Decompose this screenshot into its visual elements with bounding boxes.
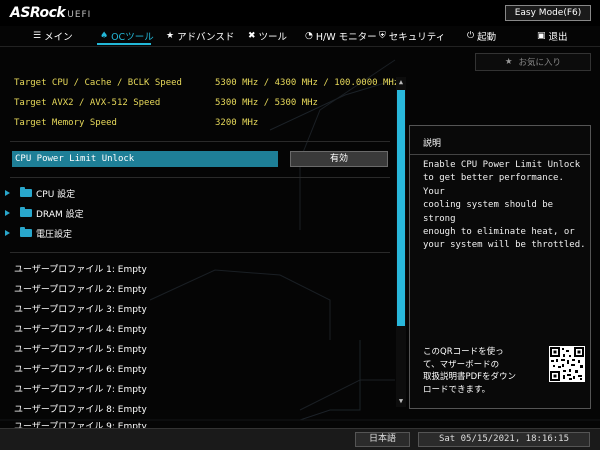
submenu-label: DRAM 設定 — [36, 210, 84, 220]
submenu-label: CPU 設定 — [36, 190, 76, 200]
tab-tools[interactable]: ✖ ツール — [248, 28, 287, 44]
user-profile-1[interactable]: ユーザープロファイル 1: Empty — [14, 262, 147, 275]
folder-icon — [20, 207, 32, 217]
exit-icon: ▣ — [537, 31, 546, 41]
description-text: Enable CPU Power Limit Unlock to get bet… — [423, 160, 586, 251]
user-profile-4[interactable]: ユーザープロファイル 4: Empty — [14, 322, 147, 335]
tab-advanced[interactable]: ★ アドバンスド — [166, 28, 234, 44]
tab-oc-tools[interactable]: ♠ OCツール — [100, 28, 154, 44]
target-memory-label: Target Memory Speed — [14, 118, 117, 128]
scroll-down-arrow-icon[interactable]: ▼ — [396, 396, 406, 406]
user-profile-6[interactable]: ユーザープロファイル 6: Empty — [14, 362, 147, 375]
user-profile-7[interactable]: ユーザープロファイル 7: Empty — [14, 382, 147, 395]
cpu-power-limit-unlock-value[interactable]: 有効 — [290, 151, 388, 167]
tab-hw-monitor[interactable]: ◔ H/W モニター — [305, 28, 377, 44]
expand-arrow-icon — [5, 190, 10, 196]
active-tab-indicator — [97, 43, 151, 45]
list-icon: ☰ — [33, 31, 42, 41]
folder-icon — [20, 227, 32, 237]
description-title: 説明 — [423, 139, 442, 149]
shield-icon: ⛨ — [379, 31, 386, 41]
cpu-power-limit-unlock-row[interactable]: CPU Power Limit Unlock — [12, 151, 278, 167]
asrock-logo: ASRock UEFI — [10, 5, 92, 21]
favorites-button[interactable]: ★ お気に入り — [475, 53, 591, 71]
user-profile-2[interactable]: ユーザープロファイル 2: Empty — [14, 282, 147, 295]
easy-mode-button[interactable]: Easy Mode(F6) — [505, 5, 591, 21]
divider — [10, 177, 390, 178]
datetime-display: Sat 05/15/2021, 18:16:15 — [418, 432, 590, 447]
divider — [10, 141, 390, 142]
divider — [410, 154, 590, 155]
scrollbar-thumb[interactable] — [397, 90, 405, 326]
tab-main[interactable]: ☰ メイン — [33, 28, 73, 44]
user-profile-8[interactable]: ユーザープロファイル 8: Empty — [14, 402, 147, 415]
target-avx-label: Target AVX2 / AVX-512 Speed — [14, 98, 161, 108]
language-button[interactable]: 日本語 — [355, 432, 410, 447]
qr-description: このQRコードを使っ て、マザーボードの 取扱説明書PDFをダウン ロードできま… — [423, 347, 517, 395]
power-icon: ⏻ — [467, 31, 475, 41]
target-memory-value: 3200 MHz — [215, 118, 259, 128]
flame-icon: ♠ — [100, 31, 109, 41]
tab-security[interactable]: ⛨ セキュリティ — [379, 28, 445, 44]
qr-code-icon — [549, 346, 585, 382]
nav-divider — [0, 46, 600, 47]
user-profile-5[interactable]: ユーザープロファイル 5: Empty — [14, 342, 147, 355]
expand-arrow-icon — [5, 230, 10, 236]
gauge-icon: ◔ — [305, 31, 313, 41]
expand-arrow-icon — [5, 210, 10, 216]
star-icon: ★ — [504, 57, 513, 67]
star-icon: ★ — [166, 31, 175, 41]
description-panel: 説明 Enable CPU Power Limit Unlock to get … — [409, 125, 591, 409]
submenu-label: 電圧設定 — [36, 230, 73, 240]
target-cpu-value: 5300 MHz / 4300 MHz / 100.0000 MHz — [215, 78, 400, 88]
main-nav: ☰ メイン ♠ OCツール ★ アドバンスド ✖ ツール ◔ H/W モニター ⛨ セキュリ… — [0, 26, 600, 46]
tools-icon: ✖ — [248, 31, 256, 41]
target-avx-value: 5300 MHz / 5300 MHz — [215, 98, 318, 108]
user-profile-3[interactable]: ユーザープロファイル 3: Empty — [14, 302, 147, 315]
folder-icon — [20, 187, 32, 197]
divider — [10, 252, 390, 253]
target-cpu-label: Target CPU / Cache / BCLK Speed — [14, 78, 182, 88]
tab-boot[interactable]: ⏻ 起動 — [467, 28, 496, 44]
top-bar: ASRock UEFI Easy Mode(F6) — [0, 0, 600, 26]
tab-exit[interactable]: ▣ 退出 — [537, 28, 568, 44]
scroll-up-arrow-icon[interactable]: ▲ — [396, 77, 406, 87]
